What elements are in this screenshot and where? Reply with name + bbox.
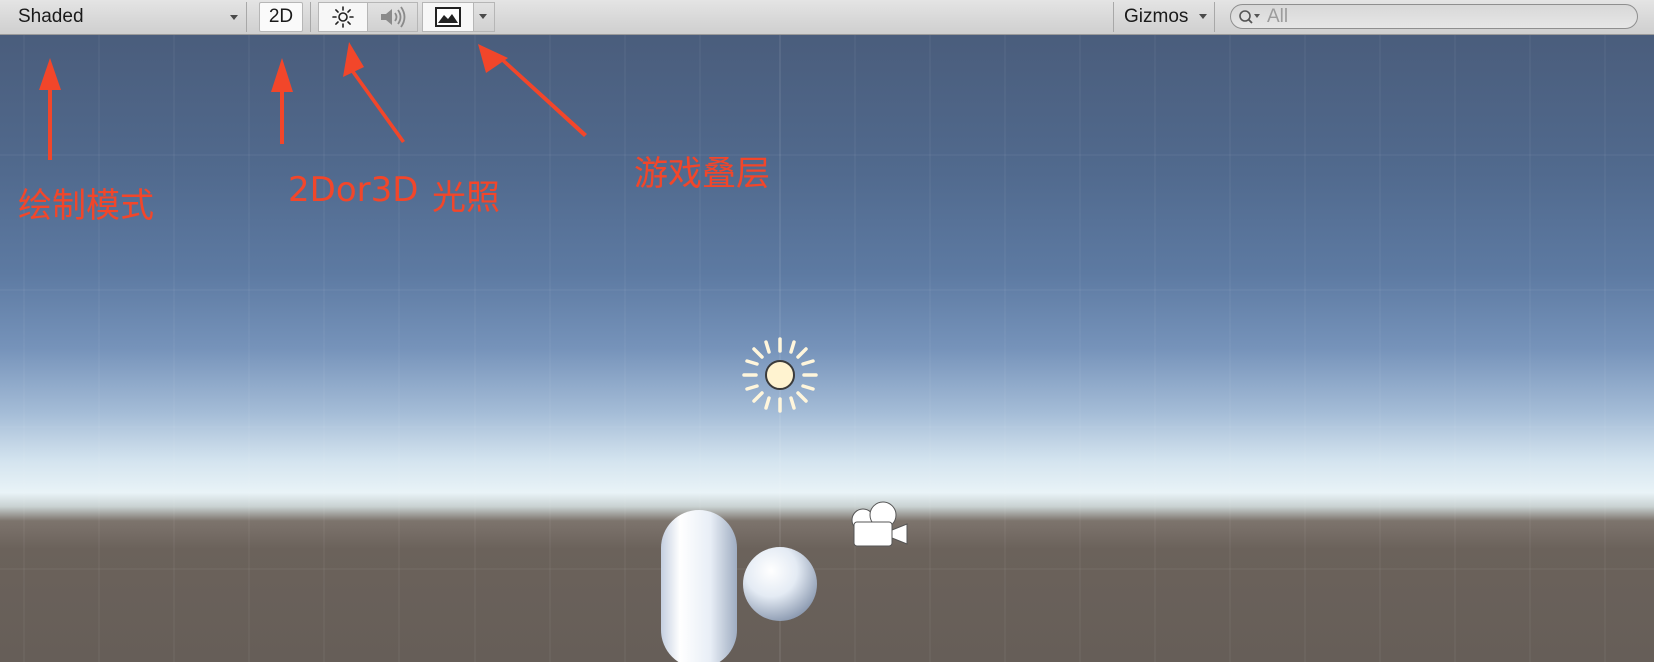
capsule[interactable] [656, 508, 742, 662]
toolbar-divider [1214, 2, 1215, 32]
scene-grid [0, 35, 1654, 662]
chevron-down-icon [230, 15, 238, 20]
chevron-down-icon [479, 14, 487, 19]
camera-icon[interactable] [845, 500, 911, 552]
annotation-2d-or-3d: 2Dor3D [288, 170, 419, 210]
gizmos-label: Gizmos [1124, 6, 1189, 27]
image-icon [435, 7, 461, 27]
effects-dropdown-button[interactable] [474, 2, 495, 32]
gizmos-dropdown[interactable]: Gizmos [1113, 2, 1212, 32]
scene-viewport[interactable] [0, 35, 1654, 662]
annotation-draw-mode: 绘制模式 [18, 186, 154, 226]
sphere[interactable] [741, 545, 819, 623]
directional-light-icon[interactable] [742, 337, 818, 413]
search-input[interactable] [1267, 5, 1637, 28]
2d-toggle-button[interactable]: 2D [259, 2, 303, 32]
draw-mode-dropdown[interactable]: Shaded [8, 2, 244, 32]
search-field[interactable] [1230, 4, 1638, 29]
toolbar-divider [310, 2, 311, 32]
draw-mode-label: Shaded [18, 6, 84, 27]
search-icon[interactable] [1237, 7, 1267, 27]
audio-toggle-button[interactable] [368, 2, 418, 32]
2d-toggle-label: 2D [268, 6, 294, 27]
toolbar-divider [246, 2, 247, 32]
annotation-lighting: 光照 [432, 178, 500, 218]
annotation-game-overlay: 游戏叠层 [634, 154, 770, 194]
scene-toolbar: Shaded 2D Gizmos All [0, 0, 1654, 35]
speaker-icon [380, 6, 405, 28]
sun-icon [332, 6, 354, 28]
chevron-down-icon [1199, 14, 1207, 19]
lighting-toggle-button[interactable] [318, 2, 368, 32]
effects-toggle-button[interactable] [422, 2, 474, 32]
